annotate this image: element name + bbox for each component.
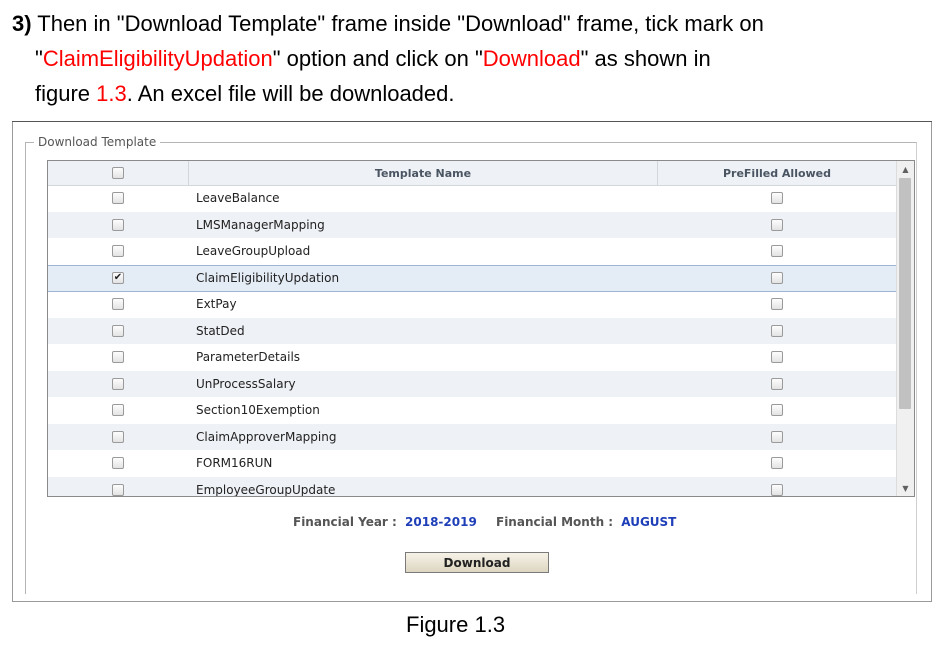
step-number: 3)	[12, 11, 32, 36]
prefilled-checkbox[interactable]	[771, 192, 783, 204]
prefilled-checkbox[interactable]	[771, 218, 783, 231]
template-name-cell: LMSManagerMapping	[196, 217, 325, 232]
prefilled-checkbox[interactable]	[771, 404, 783, 416]
scroll-thumb[interactable]	[899, 178, 911, 409]
instruction-line-1: 3) Then in "Download Template" frame ins…	[12, 6, 764, 41]
row-select-checkbox[interactable]	[112, 351, 124, 363]
table-row[interactable]: StatDed	[48, 317, 896, 344]
prefilled-checkbox[interactable]	[771, 377, 783, 390]
table-row[interactable]: Section10Exemption	[48, 397, 896, 423]
instruction-part: "	[35, 46, 43, 71]
template-name-cell: ClaimEligibilityUpdation	[196, 271, 340, 285]
instruction-part: Then in "Download Template" frame inside…	[31, 11, 764, 36]
row-select-checkbox[interactable]	[112, 245, 124, 257]
prefilled-checkbox[interactable]	[771, 351, 783, 363]
prefilled-checkbox[interactable]	[771, 272, 783, 284]
instruction-part: figure	[35, 81, 97, 106]
header-prefilled-allowed[interactable]: PreFilled Allowed	[658, 167, 896, 180]
figure-caption: Figure 1.3	[406, 612, 506, 637]
option-name-highlight: ClaimEligibilityUpdation	[42, 46, 273, 71]
row-select-checkbox[interactable]	[112, 377, 124, 390]
instruction-line-3: figure 1.3. An excel file will be downlo…	[12, 76, 764, 111]
prefilled-checkbox[interactable]	[771, 298, 783, 310]
row-select-checkbox[interactable]: ✔	[112, 272, 124, 284]
instruction-part: . An excel file will be downloaded.	[126, 81, 455, 106]
financial-year-label: Financial Year :	[293, 515, 397, 529]
template-name-cell: ParameterDetails	[196, 350, 301, 364]
template-name-cell: Section10Exemption	[196, 403, 320, 417]
fieldset-legend: Download Template	[38, 135, 157, 149]
row-select-checkbox[interactable]	[112, 457, 124, 469]
financial-month-label: Financial Month :	[496, 515, 614, 529]
row-select-checkbox[interactable]	[112, 218, 124, 231]
prefilled-checkbox[interactable]	[771, 324, 783, 337]
template-name-cell: StatDed	[196, 323, 245, 338]
select-all-checkbox[interactable]	[112, 167, 124, 179]
button-name-highlight: Download	[482, 46, 581, 71]
template-name-cell: FORM16RUN	[196, 456, 273, 470]
table-row[interactable]: ParameterDetails	[48, 344, 896, 370]
table-row[interactable]: LeaveBalance	[48, 185, 896, 211]
template-name-cell: LeaveGroupUpload	[196, 244, 311, 258]
table-row[interactable]: ClaimApproverMapping	[48, 423, 896, 450]
frame-top-divider	[12, 121, 932, 122]
table-row[interactable]: FORM16RUN	[48, 450, 896, 476]
instruction-line-2: "ClaimEligibilityUpdation" option and cl…	[12, 41, 764, 76]
instruction-text: 3) Then in "Download Template" frame ins…	[12, 6, 764, 111]
row-select-checkbox[interactable]	[112, 192, 124, 204]
financial-month: Financial Month : AUGUST	[496, 515, 676, 529]
table-row[interactable]: LMSManagerMapping	[48, 211, 896, 238]
table-row[interactable]: EmployeeGroupUpdate	[48, 476, 896, 497]
prefilled-checkbox[interactable]	[771, 245, 783, 257]
table-row[interactable]: LeaveGroupUpload	[48, 238, 896, 264]
row-select-checkbox[interactable]	[112, 404, 124, 416]
financial-year-value: 2018-2019	[405, 515, 477, 529]
header-template-name[interactable]: Template Name	[188, 161, 658, 185]
prefilled-checkbox[interactable]	[771, 430, 783, 443]
prefilled-checkbox[interactable]	[771, 483, 783, 496]
row-select-checkbox[interactable]	[112, 324, 124, 337]
scroll-down-arrow-icon[interactable]: ▼	[897, 480, 914, 496]
row-select-checkbox[interactable]	[112, 298, 124, 310]
row-select-checkbox[interactable]	[112, 430, 124, 443]
instruction-part: " option and click on "	[272, 46, 483, 71]
prefilled-checkbox[interactable]	[771, 457, 783, 469]
instruction-part: " as shown in	[580, 46, 711, 71]
grid-header-row: Template Name PreFilled Allowed	[48, 161, 896, 186]
row-select-checkbox[interactable]	[112, 483, 124, 496]
template-grid: Template Name PreFilled Allowed LeaveBal…	[47, 160, 915, 497]
financial-month-value: AUGUST	[621, 515, 677, 529]
template-name-cell: EmployeeGroupUpdate	[196, 482, 336, 497]
table-row[interactable]: UnProcessSalary	[48, 370, 896, 397]
template-name-cell: ClaimApproverMapping	[196, 429, 337, 444]
table-row[interactable]: ✔ ClaimEligibilityUpdation	[48, 264, 896, 292]
download-button[interactable]: Download	[405, 552, 549, 573]
template-name-cell: LeaveBalance	[196, 191, 280, 205]
figure-ref-highlight: 1.3	[96, 81, 127, 106]
table-row[interactable]: ExtPay	[48, 291, 896, 317]
grid-scrollbar[interactable]: ▲ ▼	[896, 161, 914, 496]
template-name-cell: UnProcessSalary	[196, 376, 296, 391]
template-name-cell: ExtPay	[196, 297, 237, 311]
scroll-up-arrow-icon[interactable]: ▲	[897, 161, 914, 177]
financial-year: Financial Year : 2018-2019	[293, 515, 477, 529]
